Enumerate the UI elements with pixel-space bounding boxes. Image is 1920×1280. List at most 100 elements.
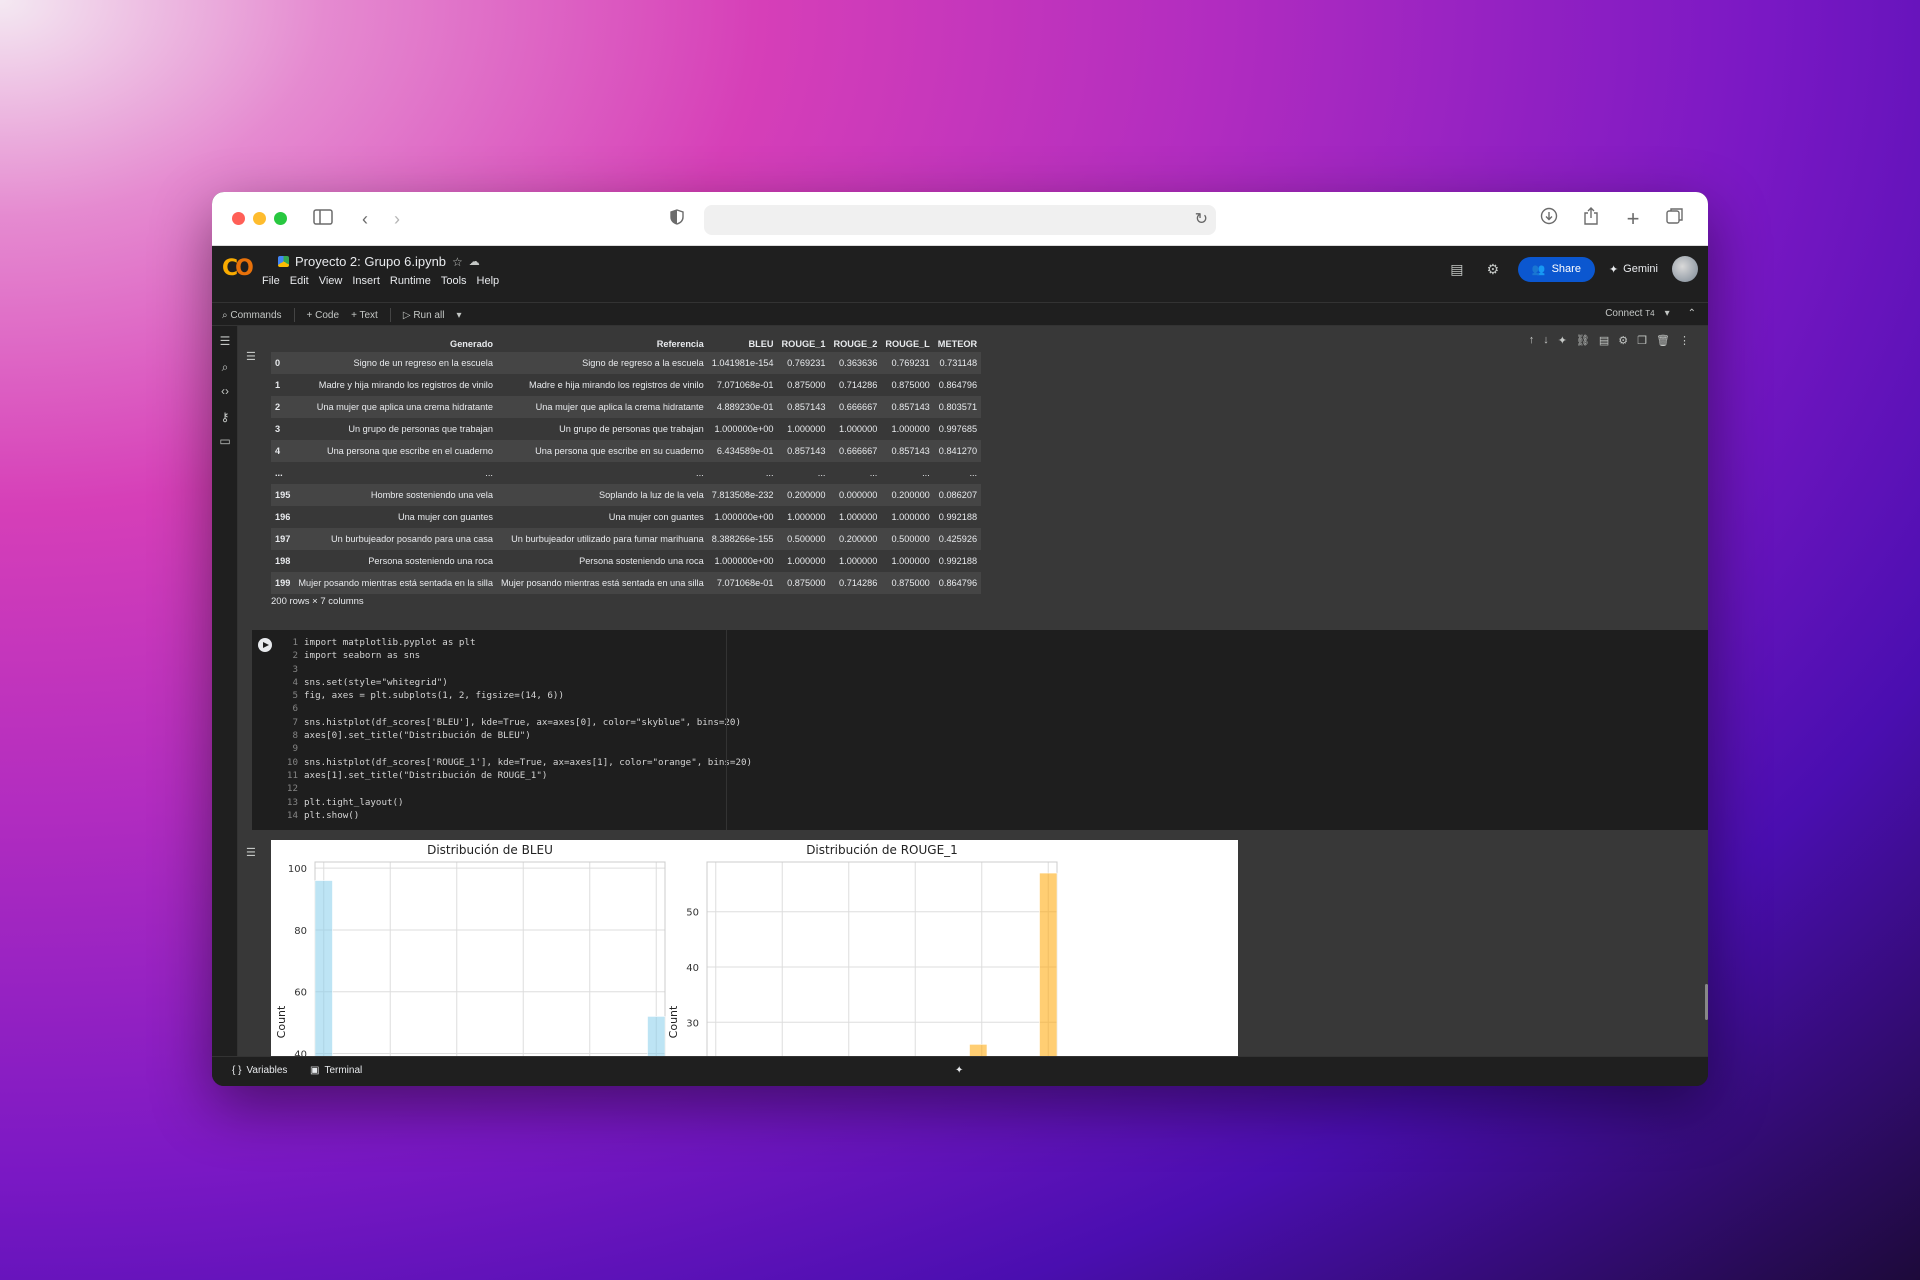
code-editor[interactable]: 1 import matplotlib.pyplot as plt 2 import … bbox=[282, 636, 752, 822]
code-cell[interactable]: 1 import matplotlib.pyplot as plt 2 import … bbox=[252, 630, 1708, 830]
menu-file[interactable]: File bbox=[262, 275, 280, 287]
code-line: 7 sns.histplot(df_scores['BLEU'], kde=Tru… bbox=[282, 716, 752, 729]
row-index: 195 bbox=[271, 484, 295, 506]
menu-insert[interactable]: Insert bbox=[352, 275, 380, 287]
new-tab-icon[interactable]: + bbox=[1620, 206, 1646, 232]
settings-gear-icon[interactable]: ⚙ bbox=[1482, 261, 1504, 278]
table-cell: ... bbox=[496, 462, 708, 484]
code-text: sns.histplot(df_scores['BLEU'], kde=True… bbox=[304, 716, 741, 728]
commands-button[interactable]: ⌕ Commands bbox=[222, 310, 282, 321]
row-index: 1 bbox=[271, 374, 295, 396]
privacy-shield-icon[interactable] bbox=[664, 206, 690, 232]
code-snippets-icon[interactable]: ‹› bbox=[218, 384, 232, 398]
back-icon[interactable]: ‹ bbox=[352, 206, 378, 232]
colab-logo[interactable]: CO bbox=[222, 256, 254, 281]
zoom-window-button[interactable] bbox=[274, 212, 287, 225]
table-cell: 1.000000e+00 bbox=[707, 550, 778, 572]
table-cell: 0.803571 bbox=[933, 396, 982, 418]
gemini-button[interactable]: ✦ Gemini bbox=[1609, 263, 1658, 276]
gemini-cell-icon[interactable]: ✦ bbox=[1558, 334, 1567, 347]
cloud-icon[interactable]: ☁ bbox=[469, 255, 480, 268]
header-actions: ▤ ⚙ 👥 Share ✦ Gemini bbox=[1446, 256, 1698, 282]
table-cell: 0.992188 bbox=[933, 550, 982, 572]
code-line: 13 plt.tight_layout() bbox=[282, 796, 752, 809]
collapse-icon[interactable]: ⌃ bbox=[1688, 308, 1696, 319]
address-bar[interactable]: ↻ bbox=[704, 205, 1216, 235]
output-actions-icon[interactable]: ☰ bbox=[246, 846, 256, 859]
status-bar: { } Variables ▣ Terminal ✦ bbox=[212, 1056, 1708, 1086]
ruler bbox=[726, 630, 727, 830]
connect-dropdown-icon[interactable]: ▾ bbox=[1665, 308, 1670, 319]
tab-overview-icon[interactable] bbox=[1662, 206, 1688, 232]
close-window-button[interactable] bbox=[232, 212, 245, 225]
find-icon[interactable]: ⌕ bbox=[218, 360, 232, 374]
connect-button[interactable]: Connect T4 bbox=[1605, 308, 1654, 319]
move-down-icon[interactable]: ↓ bbox=[1543, 334, 1549, 347]
avatar[interactable] bbox=[1672, 256, 1698, 282]
code-text: import matplotlib.pyplot as plt bbox=[304, 637, 476, 648]
table-cell: 0.875000 bbox=[777, 572, 830, 594]
minimize-window-button[interactable] bbox=[253, 212, 266, 225]
mirror-cell-icon[interactable]: ❐ bbox=[1637, 334, 1647, 347]
menu-edit[interactable]: Edit bbox=[290, 275, 309, 287]
table-cell: 0.731148 bbox=[933, 352, 982, 374]
link-icon[interactable]: ⛓ bbox=[1576, 334, 1590, 347]
table-cell: Madre y hija mirando los registros de vi… bbox=[294, 374, 497, 396]
move-up-icon[interactable]: ↑ bbox=[1529, 334, 1535, 347]
table-cell: ... bbox=[933, 462, 982, 484]
comment-icon[interactable]: ▤ bbox=[1599, 334, 1609, 347]
code-text: sns.set(style="whitegrid") bbox=[304, 676, 448, 688]
delete-icon[interactable]: 🗑 bbox=[1656, 334, 1670, 347]
cell-settings-icon[interactable]: ⚙ bbox=[1618, 334, 1628, 347]
table-cell: 0.864796 bbox=[933, 374, 982, 396]
code-line: 11 axes[1].set_title("Distribución de ROU… bbox=[282, 769, 752, 782]
downloads-icon[interactable] bbox=[1536, 206, 1562, 232]
reload-icon[interactable]: ↻ bbox=[1195, 209, 1208, 229]
table-cell: ... bbox=[294, 462, 497, 484]
output-actions-icon[interactable]: ☰ bbox=[246, 350, 260, 363]
more-icon[interactable]: ⋮ bbox=[1679, 334, 1690, 347]
chart-title: Distribución de ROUGE_1 bbox=[806, 843, 958, 857]
index-header bbox=[271, 336, 294, 352]
add-text-button[interactable]: + Text bbox=[351, 310, 378, 321]
secrets-key-icon[interactable]: ⚷ bbox=[218, 410, 232, 424]
table-cell: 0.500000 bbox=[777, 528, 830, 550]
run-all-button[interactable]: ▷ Run all bbox=[403, 310, 445, 321]
table-cell: ... bbox=[707, 462, 778, 484]
table-cell: 0.992188 bbox=[933, 506, 982, 528]
table-cell: 0.857143 bbox=[777, 396, 830, 418]
forward-icon[interactable]: › bbox=[384, 206, 410, 232]
column-header: METEOR bbox=[937, 339, 978, 349]
y-tick-label: 40 bbox=[686, 963, 699, 974]
files-folder-icon[interactable]: ▭ bbox=[218, 434, 232, 448]
menu-help[interactable]: Help bbox=[477, 275, 500, 287]
run-all-dropdown-icon[interactable]: ▾ bbox=[456, 310, 461, 321]
add-code-button[interactable]: + Code bbox=[307, 310, 340, 321]
terminal-button[interactable]: ▣ Terminal bbox=[310, 1065, 362, 1076]
run-cell-button[interactable] bbox=[258, 638, 272, 652]
variables-button[interactable]: { } Variables bbox=[232, 1065, 287, 1076]
toc-icon[interactable]: ☰ bbox=[218, 334, 232, 348]
scrollbar[interactable] bbox=[1705, 984, 1708, 1020]
comments-icon[interactable]: ▤ bbox=[1446, 261, 1468, 278]
table-cell: 0.666667 bbox=[829, 396, 882, 418]
menu-view[interactable]: View bbox=[319, 275, 343, 287]
share-page-icon[interactable] bbox=[1578, 206, 1604, 232]
line-number: 10 bbox=[286, 756, 298, 768]
menu-runtime[interactable]: Runtime bbox=[390, 275, 431, 287]
drive-icon bbox=[278, 256, 289, 267]
sidebar-icon[interactable] bbox=[310, 206, 336, 232]
share-button[interactable]: 👥 Share bbox=[1517, 256, 1595, 282]
y-tick-label: 50 bbox=[686, 908, 699, 919]
notebook-main[interactable]: ☰ ↑ ↓ ✦ ⛓ ▤ ⚙ ❐ 🗑 ⋮ Generado Referencia bbox=[238, 326, 1708, 1056]
code-line: 1 import matplotlib.pyplot as plt bbox=[282, 636, 752, 649]
table-cell: Un grupo de personas que trabajan bbox=[496, 418, 708, 440]
notebook-title[interactable]: Proyecto 2: Grupo 6.ipynb bbox=[295, 254, 446, 269]
table-cell: Una mujer que aplica la crema hidratante bbox=[496, 396, 708, 418]
menu-tools[interactable]: Tools bbox=[441, 275, 467, 287]
row-index: 199 bbox=[271, 572, 295, 594]
histogram-svg: 406080100Distribución de BLEUCount 304050… bbox=[275, 843, 1058, 1056]
star-icon[interactable]: ☆ bbox=[452, 255, 463, 269]
browser-window: ‹ › ↻ + CO Proyecto 2: Grupo 6.ipynb ☆ ☁… bbox=[212, 192, 1708, 1086]
gemini-sparkle-icon[interactable]: ✦ bbox=[955, 1065, 963, 1076]
